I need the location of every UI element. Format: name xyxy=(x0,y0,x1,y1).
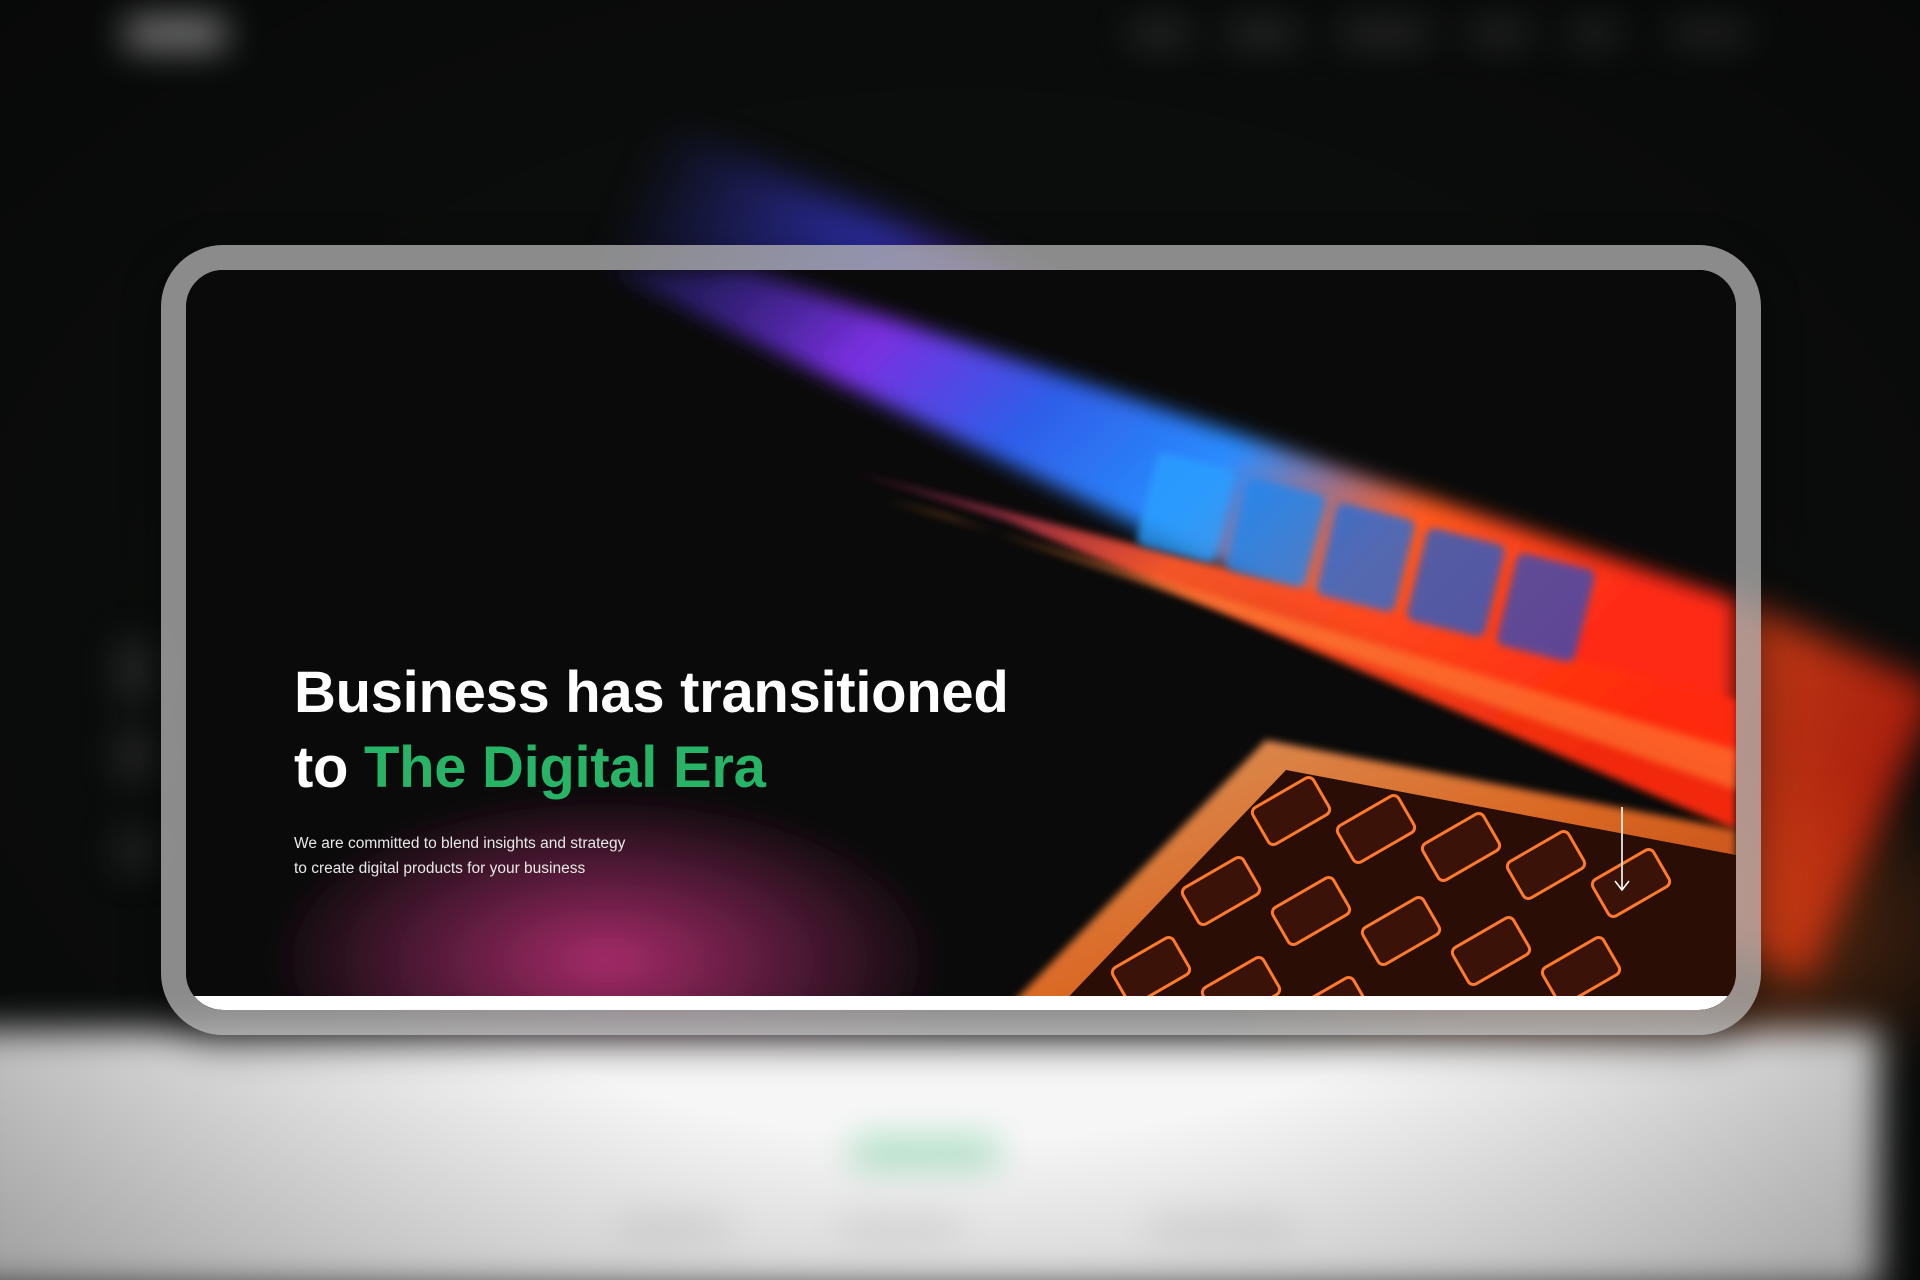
background-nav-item xyxy=(1228,26,1298,40)
hero-title-line1: Business has transitioned xyxy=(294,660,1009,725)
background-nav-item xyxy=(1340,26,1430,40)
hero-title: Business has transitioned to The Digital … xyxy=(294,655,1009,805)
hero-subtitle: We are committed to blend insights and s… xyxy=(294,831,1008,881)
hero-content: Business has transitioned to The Digital … xyxy=(294,655,1009,881)
background-nav-item xyxy=(1130,26,1190,40)
background-cta xyxy=(850,1140,1000,1164)
arrow-down-glyph xyxy=(1614,807,1630,892)
hero-section: Business has transitioned to The Digital … xyxy=(186,270,1736,1010)
laptop-illustration xyxy=(186,270,1736,1010)
hero-title-accent: The Digital Era xyxy=(363,735,766,800)
background-nav-item xyxy=(1670,26,1750,40)
background-nav-item xyxy=(1470,26,1530,40)
background-nav-item xyxy=(1570,26,1620,40)
hero-subtitle-line1: We are committed to blend insights and s… xyxy=(294,835,626,852)
hero-subtitle-line2: to create digital products for your busi… xyxy=(294,860,586,877)
background-side-element xyxy=(120,640,150,700)
background-side-element xyxy=(120,830,150,870)
background-footer-item xyxy=(620,1222,730,1232)
hero-bottom-edge xyxy=(186,996,1736,1010)
focus-frame: Business has transitioned to The Digital … xyxy=(161,245,1761,1035)
background-footer-item xyxy=(1150,1222,1290,1232)
hero-title-prefix: to xyxy=(294,735,364,800)
background-footer-item xyxy=(840,1222,960,1232)
hero-background-image xyxy=(186,270,1736,1010)
arrow-down-icon[interactable] xyxy=(1611,805,1633,895)
background-side-element xyxy=(120,730,150,780)
background-logo xyxy=(125,18,225,48)
